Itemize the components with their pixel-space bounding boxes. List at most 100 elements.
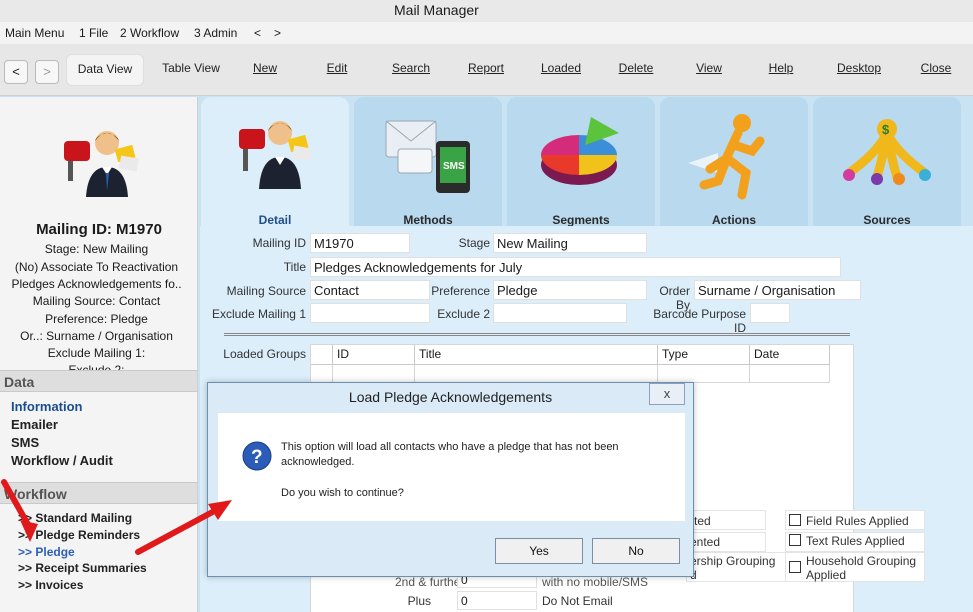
toolbar: < > Data View Table View New Edit Search… [0,44,973,96]
window-title: Mail Manager [394,2,479,18]
tab-sources[interactable]: $ Sources [813,97,961,227]
window-titlebar: Mail Manager [0,0,973,22]
view-button[interactable]: View [680,54,738,86]
grid-header-date[interactable]: Date [750,345,830,365]
text-rules-label: Text Rules Applied [806,534,905,548]
menu-back[interactable]: < [254,26,261,40]
tab-actions-label: Actions [711,213,756,227]
mailing-id-field[interactable]: M1970 [310,233,410,253]
order-by-field[interactable]: Surname / Organisation [694,280,861,300]
plus-field[interactable]: 0 [457,591,537,610]
summary-stage: Stage: New Mailing [44,242,149,256]
report-button[interactable]: Report [456,54,516,86]
grid-header-title[interactable]: Title [415,345,658,365]
stage-field[interactable]: New Mailing [493,233,647,253]
help-button[interactable]: Help [752,54,810,86]
workflow-pledge-reminders[interactable]: >> Pledge Reminders [18,528,140,542]
summary-associate: (No) Associate To Reactivation [14,260,179,274]
grid-cell [415,365,658,383]
grid-header-type[interactable]: Type [658,345,750,365]
tab-methods-label: Methods [403,213,453,227]
loaded-button[interactable]: Loaded [530,54,592,86]
mailing-id-heading: Mailing ID: M1970 [36,221,162,238]
title-field[interactable]: Pledges Acknowledgements for July [310,257,841,277]
yes-button[interactable]: Yes [495,538,583,564]
partial-label-3: ership Grouping [690,554,776,568]
mailing-summary: Mailing ID: M1970 Stage: New Mailing (No… [0,97,197,377]
sources-tree-icon: $ [837,103,937,203]
exclude-mailing-1-field[interactable] [310,303,430,323]
mailing-source-field[interactable]: Contact [310,280,430,300]
dialog-title: Load Pledge Acknowledgements [348,389,553,405]
summary-preference: Preference: Pledge [45,312,148,326]
loaded-groups-label: Loaded Groups [223,347,306,361]
close-button[interactable]: Close [906,54,966,86]
grid-cell [658,365,750,383]
workflow-standard-mailing[interactable]: >> Standard Mailing [18,511,132,525]
field-rules-checkbox[interactable] [789,514,801,526]
household-grouping-label: Household Grouping Applied [806,554,917,582]
tab-actions[interactable]: Actions [660,97,808,227]
mail-person-icon [58,125,148,200]
partial-label-2: ented [690,535,721,549]
household-grouping-checkbox[interactable] [789,561,801,573]
do-not-email-label: Do Not Email [542,594,613,608]
barcode-purpose-label: Barcode Purpose ID [653,307,746,335]
workflow-pledge[interactable]: >> Pledge [18,545,75,559]
preference-field[interactable]: Pledge [493,280,647,300]
search-button[interactable]: Search [382,54,440,86]
new-button[interactable]: New [236,54,294,86]
summary-order: Or..: Surname / Organisation [20,329,173,343]
menu-bar: Main Menu 1 File 2 Workflow 3 Admin < > [0,22,973,44]
menu-main[interactable]: Main Menu [5,26,64,40]
data-section-heading: Data [0,370,197,392]
running-man-icon [684,103,784,203]
edit-button[interactable]: Edit [308,54,366,86]
plus-label: Plus [407,594,431,608]
tab-sources-label: Sources [863,213,911,227]
dialog-body: ? This option will load all contacts who… [218,413,685,521]
svg-text:$: $ [882,122,890,137]
load-pledge-dialog: x Load Pledge Acknowledgements ? This op… [207,382,694,577]
workflow-section-heading: Workflow [0,482,197,504]
exclude-2-field[interactable] [493,303,627,323]
tab-methods[interactable]: SMS Methods [354,97,502,227]
data-view-button[interactable]: Data View [66,54,144,86]
menu-file[interactable]: 1 File [79,26,108,40]
nav-sms[interactable]: SMS [11,435,39,450]
tab-detail-label: Detail [258,213,292,227]
tab-segments[interactable]: Segments [507,97,655,227]
barcode-purpose-field[interactable] [750,303,790,323]
svg-text:?: ? [251,447,263,468]
tab-segments-label: Segments [552,213,610,227]
summary-exclude1: Exclude Mailing 1: [47,346,146,360]
workflow-receipt-summaries[interactable]: >> Receipt Summaries [18,561,147,575]
question-icon: ? [242,441,272,471]
field-rules-label: Field Rules Applied [806,514,909,528]
desktop-button[interactable]: Desktop [826,54,892,86]
forward-button[interactable]: > [35,60,59,84]
no-button[interactable]: No [592,538,680,564]
menu-admin[interactable]: 3 Admin [194,26,237,40]
nav-information[interactable]: Information [11,399,83,414]
mail-person-icon [225,103,325,203]
menu-workflow[interactable]: 2 Workflow [120,26,179,40]
left-panel: Mailing ID: M1970 Stage: New Mailing (No… [0,97,198,612]
back-button[interactable]: < [4,60,28,84]
summary-source: Mailing Source: Contact [32,294,161,308]
grid-header-id[interactable]: ID [333,345,415,365]
svg-text:SMS: SMS [443,161,465,172]
text-rules-checkbox[interactable] [789,534,801,546]
nav-emailer[interactable]: Emailer [11,417,58,432]
mailing-source-label: Mailing Source [226,284,306,298]
second-further-label: 2nd & further [395,575,465,589]
workflow-invoices[interactable]: >> Invoices [18,578,83,592]
pie-chart-icon [531,103,631,203]
tab-detail[interactable]: Detail [201,97,349,227]
table-view-button[interactable]: Table View [152,54,230,86]
exclude-mailing-1-label: Exclude Mailing 1 [211,307,306,321]
menu-forward[interactable]: > [274,26,281,40]
stage-label: Stage [458,236,490,250]
nav-workflow-audit[interactable]: Workflow / Audit [11,453,113,468]
delete-button[interactable]: Delete [606,54,666,86]
